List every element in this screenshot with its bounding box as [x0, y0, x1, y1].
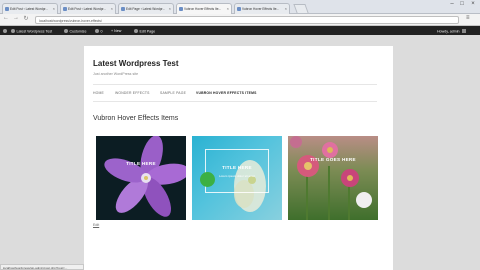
admin-new[interactable]: + New — [111, 29, 121, 33]
admin-customize[interactable]: Customize — [64, 28, 86, 33]
wp-admin-bar: Latest Wordpress Test Customize 0 + New … — [0, 26, 480, 35]
wordpress-icon — [63, 7, 67, 11]
edit-link[interactable]: Edit — [93, 223, 99, 227]
hover-effect-tile[interactable]: TITLE HERE Lorem ipsum dolor sit amet — [192, 136, 282, 220]
home-icon — [11, 28, 15, 33]
tile-title: TITLE GOES HERE — [310, 157, 356, 162]
admin-account[interactable]: Howdy, admin — [437, 28, 466, 33]
nav-item-wonder-effects[interactable]: Wonder Effects — [115, 91, 150, 95]
pink-daisies-image — [290, 136, 372, 220]
browser-tab[interactable]: Edit Page ‹ Latest Wordpr... × — [118, 3, 174, 14]
browser-toolbar: ← → ↻ localhost/wordpress/vubron-hover-e… — [0, 14, 480, 26]
hover-frame — [205, 149, 269, 193]
tile-title: TITLE HERE — [222, 165, 252, 170]
browser-tab[interactable]: Edit Post ‹ Latest Wordpr... × — [60, 3, 116, 14]
new-tab-button[interactable] — [293, 4, 309, 13]
back-icon[interactable]: ← — [2, 15, 10, 21]
purple-flower-image — [104, 136, 186, 217]
wordpress-logo-icon[interactable] — [3, 28, 9, 34]
close-tab-icon[interactable]: × — [111, 6, 113, 11]
browser-menu-icon[interactable]: ≡ — [466, 15, 470, 21]
forward-icon[interactable]: → — [12, 15, 20, 21]
wordpress-icon — [121, 7, 125, 11]
hover-effect-tile[interactable]: TITLE HERE — [96, 136, 186, 220]
browser-tab-strip: Edit Post ‹ Latest Wordpr... × Edit Post … — [0, 0, 480, 14]
pencil-icon — [134, 28, 138, 33]
browser-tab[interactable]: Vubron Hover Effects Ite... × — [234, 3, 290, 14]
comment-icon — [95, 28, 99, 33]
page-icon — [179, 7, 183, 11]
browser-status-bar: localhost/wordpress/wp-admin/post.php?po… — [0, 264, 84, 270]
nav-item-home[interactable]: Home — [93, 91, 104, 95]
admin-comments[interactable]: 0 — [95, 28, 103, 33]
close-tab-icon[interactable]: × — [285, 6, 287, 11]
brush-icon — [64, 28, 68, 33]
minimize-icon[interactable]: – — [447, 1, 457, 7]
divider — [93, 101, 377, 102]
close-tab-icon[interactable]: × — [53, 6, 55, 11]
close-tab-icon[interactable]: × — [169, 6, 171, 11]
close-window-icon[interactable]: × — [468, 1, 478, 7]
close-tab-icon[interactable]: × — [227, 6, 229, 11]
page-icon — [237, 7, 241, 11]
site-description: Just another WordPress site — [93, 72, 139, 76]
page-title: Vubron Hover Effects Items — [93, 115, 179, 122]
maximize-icon[interactable]: □ — [457, 1, 467, 7]
admin-edit-page[interactable]: Edit Page — [134, 28, 155, 33]
hover-effect-tile[interactable]: TITLE GOES HERE — [288, 136, 378, 220]
divider — [93, 84, 377, 85]
site-title[interactable]: Latest Wordpress Test — [93, 59, 179, 68]
nav-item-vubron-hover-effects[interactable]: Vubron Hover Effects Items — [196, 91, 257, 95]
tile-title: TITLE HERE — [126, 161, 156, 166]
wordpress-icon — [5, 7, 9, 11]
site-page: Latest Wordpress Test Just another WordP… — [84, 46, 393, 270]
avatar — [461, 28, 466, 33]
address-bar[interactable]: localhost/wordpress/vubron-hover-effects… — [35, 16, 459, 24]
reload-icon[interactable]: ↻ — [22, 15, 30, 22]
admin-site-name[interactable]: Latest Wordpress Test — [11, 28, 52, 33]
nav-item-sample-page[interactable]: Sample Page — [160, 91, 186, 95]
browser-tab[interactable]: Edit Post ‹ Latest Wordpr... × — [2, 3, 58, 14]
browser-tab-active[interactable]: Vubron Hover Effects Ite... × — [176, 3, 232, 14]
tile-subtitle: Lorem ipsum dolor sit amet — [218, 174, 256, 178]
